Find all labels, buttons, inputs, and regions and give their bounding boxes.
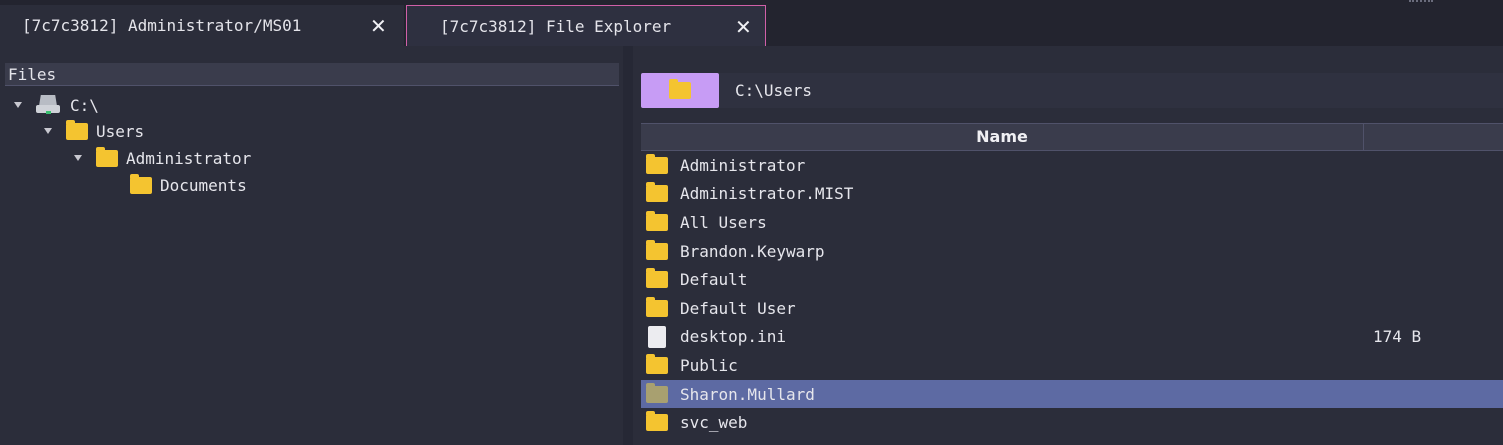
tree-node-label: Users bbox=[96, 121, 145, 141]
table-row[interactable]: svc_web bbox=[641, 408, 1503, 437]
tree-node-label: C:\ bbox=[70, 95, 99, 115]
file-icon bbox=[648, 325, 666, 348]
folder-icon bbox=[96, 146, 118, 167]
file-list: Administrator Administrator.MIST All Use… bbox=[641, 151, 1503, 437]
row-name: Administrator bbox=[680, 155, 806, 175]
tree-node-documents[interactable]: Documents bbox=[130, 172, 247, 198]
tree-header: Files bbox=[5, 63, 619, 86]
expand-arrow-icon[interactable] bbox=[14, 102, 22, 108]
folder-icon bbox=[646, 296, 668, 317]
file-tree-panel: Files C:\ Users Administrator Documents bbox=[0, 46, 623, 445]
folder-icon bbox=[646, 353, 668, 374]
folder-icon bbox=[646, 239, 668, 260]
column-header-name[interactable]: Name bbox=[641, 124, 1364, 150]
tree-node-label: Administrator bbox=[126, 148, 252, 168]
tab-label: [7c7c3812] File Explorer bbox=[440, 16, 672, 36]
expand-arrow-icon[interactable] bbox=[44, 128, 52, 134]
table-row[interactable]: Default bbox=[641, 265, 1503, 294]
folder-icon bbox=[646, 210, 668, 231]
row-name: Sharon.Mullard bbox=[680, 384, 815, 404]
tree-node-administrator[interactable]: Administrator bbox=[74, 145, 251, 171]
table-row-selected[interactable]: Sharon.Mullard bbox=[641, 379, 1503, 409]
row-name: desktop.ini bbox=[680, 327, 786, 347]
row-name: Default bbox=[680, 270, 748, 290]
folder-icon bbox=[646, 153, 668, 174]
row-name: Brandon.Keywarp bbox=[680, 241, 825, 261]
row-size: 174 B bbox=[1373, 327, 1422, 347]
drive-icon bbox=[36, 95, 60, 115]
folder-icon bbox=[646, 411, 668, 432]
tree-node-c-drive[interactable]: C:\ bbox=[14, 92, 99, 118]
folder-icon bbox=[130, 173, 152, 194]
table-row[interactable]: Administrator bbox=[641, 151, 1503, 180]
tab-administrator-ms01[interactable]: [7c7c3812] Administrator/MS01 ✕ bbox=[0, 5, 404, 46]
tab-bar: [7c7c3812] Administrator/MS01 ✕ [7c7c381… bbox=[0, 0, 1503, 46]
row-name: Default User bbox=[680, 298, 796, 318]
close-icon[interactable]: ✕ bbox=[735, 15, 752, 39]
expand-arrow-icon[interactable] bbox=[74, 155, 82, 161]
tab-file-explorer[interactable]: [7c7c3812] File Explorer ✕ bbox=[406, 5, 766, 46]
row-name: Public bbox=[680, 355, 738, 375]
table-row[interactable]: Public bbox=[641, 351, 1503, 380]
row-name: svc_web bbox=[680, 413, 748, 433]
table-header: Name bbox=[641, 123, 1503, 151]
panel-splitter[interactable] bbox=[623, 46, 633, 445]
row-name: All Users bbox=[680, 212, 767, 232]
folder-icon bbox=[66, 119, 88, 140]
column-header-size[interactable] bbox=[1365, 124, 1503, 150]
folder-icon bbox=[646, 382, 668, 403]
folder-icon bbox=[646, 182, 668, 203]
tree-node-label: Documents bbox=[160, 175, 247, 195]
tab-label: [7c7c3812] Administrator/MS01 bbox=[22, 16, 302, 35]
row-name: Administrator.MIST bbox=[680, 184, 854, 204]
folder-icon bbox=[669, 79, 691, 99]
table-row[interactable]: Default User bbox=[641, 294, 1503, 323]
path-input[interactable]: C:\Users bbox=[719, 73, 1503, 108]
file-list-panel: C:\Users Name Administrator Administrato… bbox=[633, 46, 1503, 445]
table-row[interactable]: Brandon.Keywarp bbox=[641, 237, 1503, 266]
close-icon[interactable]: ✕ bbox=[370, 14, 387, 38]
folder-icon bbox=[646, 268, 668, 289]
table-row[interactable]: All Users bbox=[641, 208, 1503, 237]
drag-handle-icon[interactable] bbox=[1409, 0, 1433, 3]
table-row[interactable]: Administrator.MIST bbox=[641, 180, 1503, 209]
table-row[interactable]: desktop.ini 174 B bbox=[641, 323, 1503, 352]
folder-up-button[interactable] bbox=[641, 73, 719, 108]
tree-node-users[interactable]: Users bbox=[44, 118, 144, 144]
